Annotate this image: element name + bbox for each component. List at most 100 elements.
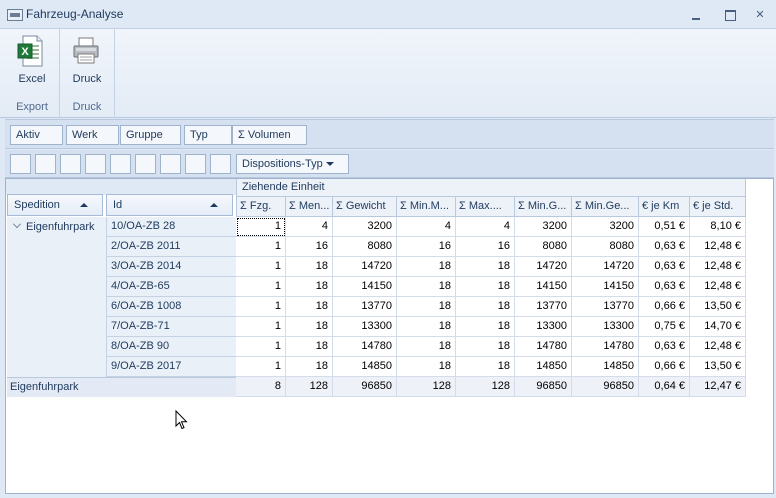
row-id-cell[interactable]: 8/OA-ZB 90	[107, 337, 236, 357]
data-cell[interactable]: 12,48 €	[690, 237, 746, 257]
data-cell[interactable]: 18	[456, 277, 515, 297]
data-cell[interactable]: 0,63 €	[639, 277, 690, 297]
data-cell[interactable]: 14850	[333, 357, 397, 377]
data-cell[interactable]: 18	[397, 317, 456, 337]
row-id-cell[interactable]: 7/OA-ZB-71	[107, 317, 236, 337]
data-cell[interactable]: 13770	[333, 297, 397, 317]
row-id-cell[interactable]: 2/OA-ZB 2011	[107, 237, 236, 257]
row-id-cell[interactable]: 4/OA-ZB-65	[107, 277, 236, 297]
data-cell[interactable]: 18	[286, 297, 333, 317]
dispositions-typ-field[interactable]: Dispositions-Typ	[236, 154, 349, 174]
data-cell[interactable]: 14720	[333, 257, 397, 277]
data-cell[interactable]: 18	[456, 297, 515, 317]
data-cell[interactable]: 14850	[572, 357, 639, 377]
empty-field-slot[interactable]	[160, 154, 181, 174]
data-cell[interactable]: 18	[286, 277, 333, 297]
data-cell[interactable]: 8080	[333, 237, 397, 257]
data-cell[interactable]: 1	[236, 297, 286, 317]
empty-field-slot[interactable]	[135, 154, 156, 174]
data-cell[interactable]: 18	[397, 257, 456, 277]
data-cell[interactable]: 13770	[515, 297, 572, 317]
data-cell[interactable]: 18	[397, 277, 456, 297]
data-cell[interactable]: 13,50 €	[690, 357, 746, 377]
column-group-header[interactable]: Ziehende Einheit	[236, 178, 746, 197]
data-cell[interactable]: 18	[456, 357, 515, 377]
empty-field-slot[interactable]	[60, 154, 81, 174]
data-cell[interactable]: 8080	[572, 237, 639, 257]
data-cell[interactable]: 0,51 €	[639, 217, 690, 237]
data-cell[interactable]: 18	[397, 297, 456, 317]
data-cell[interactable]: 1	[236, 317, 286, 337]
data-column-header[interactable]: € je Km	[639, 196, 690, 217]
empty-field-slot[interactable]	[35, 154, 56, 174]
data-cell[interactable]: 8080	[515, 237, 572, 257]
empty-field-slot[interactable]	[210, 154, 231, 174]
total-cell[interactable]: 8	[236, 377, 286, 397]
data-cell[interactable]: 18	[456, 257, 515, 277]
total-cell[interactable]: 96850	[515, 377, 572, 397]
data-cell[interactable]: 0,75 €	[639, 317, 690, 337]
data-cell[interactable]: 18	[286, 317, 333, 337]
data-cell[interactable]: 18	[397, 357, 456, 377]
data-cell[interactable]: 1	[236, 277, 286, 297]
data-column-header[interactable]: Σ Min.M...	[397, 196, 456, 217]
data-cell[interactable]: 4	[397, 217, 456, 237]
data-cell[interactable]: 14780	[333, 337, 397, 357]
data-cell[interactable]: 18	[286, 257, 333, 277]
data-cell[interactable]: 14850	[515, 357, 572, 377]
data-cell[interactable]: 3200	[515, 217, 572, 237]
total-cell[interactable]: 0,64 €	[639, 377, 690, 397]
data-column-header[interactable]: Σ Fzg.	[236, 196, 286, 217]
data-cell[interactable]: 18	[286, 337, 333, 357]
data-cell[interactable]: 16	[286, 237, 333, 257]
collapse-icon[interactable]	[13, 220, 21, 228]
data-cell[interactable]: 1	[236, 217, 286, 237]
excel-button[interactable]: X Excel	[5, 31, 59, 91]
data-cell[interactable]: 4	[456, 217, 515, 237]
empty-field-slot[interactable]	[85, 154, 106, 174]
row-id-cell[interactable]: 6/OA-ZB 1008	[107, 297, 236, 317]
data-cell[interactable]: 14150	[333, 277, 397, 297]
data-cell[interactable]: 1	[236, 357, 286, 377]
close-button[interactable]: ✕	[752, 8, 768, 22]
data-cell[interactable]: 16	[397, 237, 456, 257]
row-id-cell[interactable]: 10/OA-ZB 28	[107, 217, 236, 237]
data-cell[interactable]: 14720	[572, 257, 639, 277]
data-cell[interactable]: 0,66 €	[639, 357, 690, 377]
data-column-header[interactable]: Σ Min.Ge...	[572, 196, 639, 217]
row-id-cell[interactable]: 3/OA-ZB 2014	[107, 257, 236, 277]
data-cell[interactable]: 1	[236, 237, 286, 257]
data-cell[interactable]: 0,63 €	[639, 337, 690, 357]
filter-field-volumen[interactable]: Σ Volumen	[232, 125, 307, 145]
total-cell[interactable]: 96850	[333, 377, 397, 397]
row-field-spedition[interactable]: Spedition	[7, 194, 103, 216]
filter-field-gruppe[interactable]: Gruppe	[120, 125, 181, 145]
data-cell[interactable]: 0,66 €	[639, 297, 690, 317]
data-cell[interactable]: 14780	[515, 337, 572, 357]
empty-field-slot[interactable]	[110, 154, 131, 174]
data-column-header[interactable]: € je Std.	[690, 196, 746, 217]
filter-field-typ[interactable]: Typ	[184, 125, 232, 145]
data-cell[interactable]: 18	[397, 337, 456, 357]
data-cell[interactable]: 13300	[515, 317, 572, 337]
data-cell[interactable]: 4	[286, 217, 333, 237]
total-cell[interactable]: 12,47 €	[690, 377, 746, 397]
total-cell[interactable]: 96850	[572, 377, 639, 397]
group-cell-eigenfuhrpark[interactable]: Eigenfuhrpark	[7, 217, 107, 377]
filter-field-aktiv[interactable]: Aktiv	[10, 125, 63, 145]
minimize-button[interactable]	[688, 8, 704, 22]
data-cell[interactable]: 0,63 €	[639, 237, 690, 257]
data-cell[interactable]: 12,48 €	[690, 257, 746, 277]
maximize-button[interactable]	[722, 8, 738, 22]
total-cell[interactable]: 128	[286, 377, 333, 397]
data-column-header[interactable]: Σ Max....	[456, 196, 515, 217]
empty-field-slot[interactable]	[10, 154, 31, 174]
data-cell[interactable]: 8,10 €	[690, 217, 746, 237]
row-id-cell[interactable]: 9/OA-ZB 2017	[107, 357, 236, 377]
data-cell[interactable]: 14720	[515, 257, 572, 277]
data-cell[interactable]: 18	[456, 317, 515, 337]
data-column-header[interactable]: Σ Men...	[286, 196, 333, 217]
data-cell[interactable]: 13,50 €	[690, 297, 746, 317]
data-cell[interactable]: 3200	[572, 217, 639, 237]
data-cell[interactable]: 1	[236, 337, 286, 357]
